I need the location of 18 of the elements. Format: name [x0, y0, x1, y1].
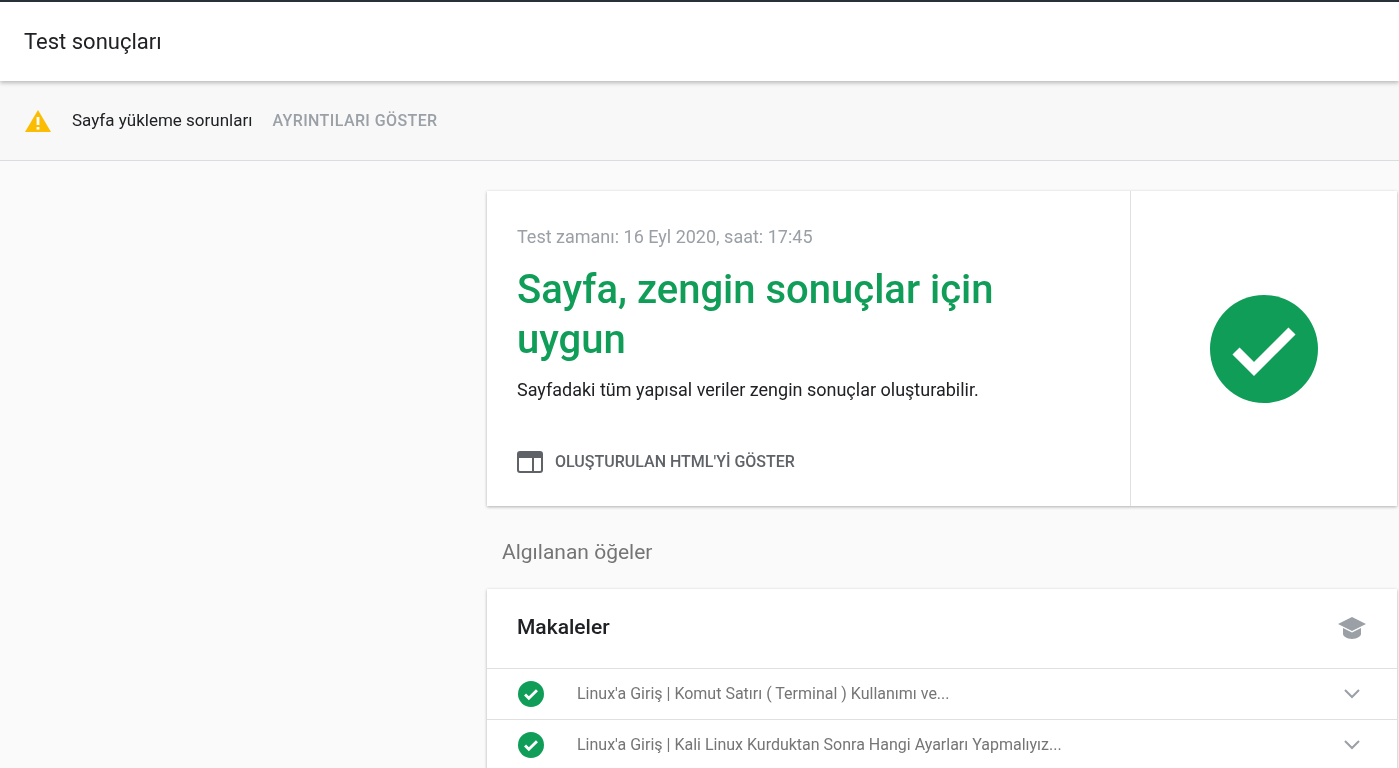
graduation-cap-icon — [1337, 616, 1367, 640]
result-description: Sayfadaki tüm yapısal veriler zengin sonuçlar oluşturabilir. — [517, 378, 980, 402]
warning-icon — [24, 108, 52, 133]
page-title: Test sonuçları — [24, 28, 162, 56]
card-title: Makaleler — [517, 614, 610, 642]
browser-window-icon — [517, 451, 543, 473]
test-time: Test zamanı: 16 Eyl 2020, saat: 17:45 — [517, 225, 814, 249]
section-heading: Algılanan öğeler — [502, 539, 654, 566]
item-title: Linux'a Giriş | Komut Satırı ( Terminal ) Kullanımı ve... — [577, 682, 951, 705]
result-headline: Sayfa, zengin sonuçlar için uygun — [517, 265, 995, 365]
detected-item[interactable]: Linux'a Giriş | Komut Satırı ( Terminal ) Kullanımı ve... — [487, 668, 1397, 720]
show-html-button[interactable]: OLUŞTURULAN HTML'Yİ GÖSTER — [517, 450, 795, 474]
chevron-down-icon[interactable] — [1344, 739, 1360, 750]
item-title: Linux'a Giriş | Kali Linux Kurduktan Sonra Hangi Ayarları Yapmalıyız... — [577, 733, 1063, 756]
chevron-down-icon[interactable] — [1344, 688, 1360, 699]
detected-item[interactable]: Linux'a Giriş | Kali Linux Kurduktan Sonra Hangi Ayarları Yapmalıyız... — [487, 719, 1397, 768]
details-link[interactable]: AYRINTILARI GÖSTER — [272, 108, 438, 133]
warning-text: Sayfa yükleme sorunları — [72, 108, 253, 132]
